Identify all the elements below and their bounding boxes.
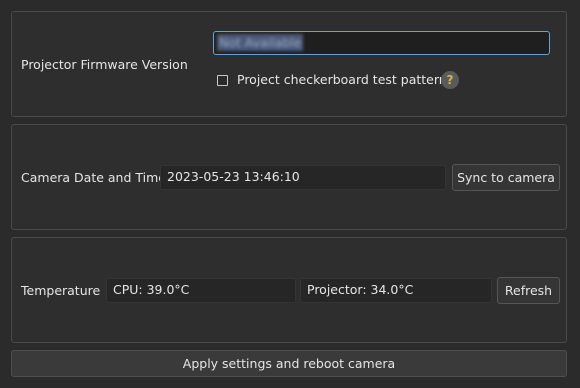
refresh-button[interactable]: Refresh	[497, 277, 560, 304]
sync-to-camera-button[interactable]: Sync to camera	[452, 164, 560, 191]
temperature-label: Temperature	[21, 283, 101, 298]
apply-settings-button[interactable]: Apply settings and reboot camera	[11, 350, 567, 377]
checkerboard-checkbox[interactable]	[217, 75, 228, 86]
camera-settings-window: Projector Firmware Version Not Available…	[0, 0, 580, 388]
firmware-label: Projector Firmware Version	[21, 57, 188, 72]
help-icon[interactable]: ?	[441, 71, 459, 89]
firmware-version-field[interactable]: Not Available	[213, 31, 550, 55]
datetime-field[interactable]: 2023-05-23 13:46:10	[160, 165, 446, 190]
datetime-label: Camera Date and Time	[21, 170, 166, 185]
temperature-panel: Temperature CPU: 39.0°C Projector: 34.0°…	[11, 237, 567, 343]
firmware-version-value: Not Available	[217, 34, 304, 51]
checkerboard-label: Project checkerboard test pattern	[237, 72, 447, 87]
projector-temperature-field: Projector: 34.0°C	[300, 278, 492, 303]
cpu-temperature-field: CPU: 39.0°C	[106, 278, 296, 303]
firmware-panel: Projector Firmware Version Not Available…	[11, 11, 567, 117]
datetime-panel: Camera Date and Time 2023-05-23 13:46:10…	[11, 124, 567, 230]
